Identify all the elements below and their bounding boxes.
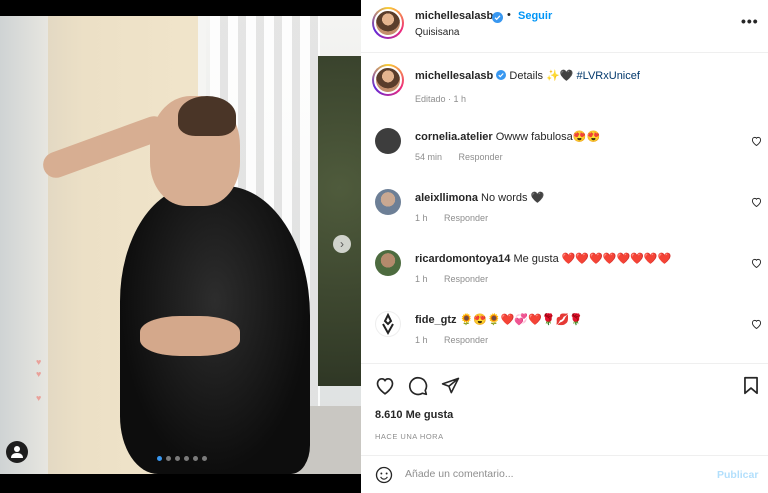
verified-badge-icon <box>492 10 503 28</box>
heart-icon[interactable] <box>751 194 762 212</box>
reply-button[interactable]: Responder <box>459 152 503 162</box>
carousel-dot <box>202 456 207 461</box>
heart-icon[interactable] <box>751 316 762 334</box>
carousel-indicator <box>157 456 207 461</box>
header-separator: • <box>507 9 511 21</box>
photo-pillar <box>0 16 48 474</box>
comment-meta: 1 h Responder <box>415 274 488 284</box>
photo-plant <box>318 56 361 386</box>
comment-username[interactable]: cornelia.atelier <box>415 131 493 143</box>
user-tag-icon[interactable] <box>6 441 28 463</box>
header-username[interactable]: michellesalasb <box>415 10 493 22</box>
carousel-dot <box>184 456 189 461</box>
comment-body: Me gusta ❤️❤️❤️❤️❤️❤️❤️❤️ <box>513 253 672 265</box>
comment-item: cornelia.atelier Owww fabulosa😍😍 54 min … <box>361 124 768 180</box>
comment-text: cornelia.atelier Owww fabulosa😍😍 <box>415 130 600 143</box>
chevron-right-icon[interactable]: › <box>333 235 351 253</box>
carousel-dot <box>166 456 171 461</box>
post-actions: 8.610 Me gusta HACE UNA HORA <box>361 363 768 455</box>
avatar[interactable] <box>375 189 401 215</box>
post-side-panel: michellesalasb • Seguir Quisisana ••• mi… <box>361 0 768 493</box>
comment-time: 1 h <box>415 335 428 345</box>
reply-button[interactable]: Responder <box>444 335 488 345</box>
photo-figure-waist <box>140 316 240 356</box>
comment-time: 54 min <box>415 152 443 162</box>
caption-meta: Editado · 1 h <box>415 94 467 104</box>
comment-username[interactable]: ricardomontoya14 <box>415 253 510 265</box>
reply-button[interactable]: Responder <box>444 213 488 223</box>
avatar[interactable] <box>372 7 404 39</box>
reply-button[interactable]: Responder <box>444 274 488 284</box>
comment-username[interactable]: aleixllimona <box>415 192 478 204</box>
caption-hashtag-link[interactable]: #LVRxUnicef <box>577 70 640 82</box>
emoji-smiley-icon[interactable] <box>375 466 393 489</box>
photo-heart-decoration: ♥ ♥ ♥ <box>36 357 42 403</box>
post-caption: michellesalasb Details ✨🖤 #LVRxUnicef Ed… <box>361 62 768 112</box>
avatar[interactable] <box>375 250 401 276</box>
comment-text: fide_gtz 🌻😍🌻❤️💞❤️🌹💋🌹 <box>415 313 583 326</box>
comment-text: aleixllimona No words 🖤 <box>415 191 544 204</box>
location-link[interactable]: Quisisana <box>415 27 459 38</box>
follow-button[interactable]: Seguir <box>518 10 552 22</box>
heart-icon[interactable] <box>751 133 762 151</box>
post-comment-button[interactable]: Publicar <box>717 469 758 481</box>
caption-text: michellesalasb Details ✨🖤 #LVRxUnicef <box>415 69 640 82</box>
post-timestamp: HACE UNA HORA <box>375 432 444 441</box>
like-count[interactable]: 8.610 Me gusta <box>375 409 453 421</box>
bookmark-icon[interactable] <box>743 376 759 400</box>
avatar[interactable] <box>375 311 401 337</box>
comment-username[interactable]: fide_gtz <box>415 314 457 326</box>
comment-time: 1 h <box>415 274 428 284</box>
avatar[interactable] <box>372 64 404 96</box>
comment-text: ricardomontoya14 Me gusta ❤️❤️❤️❤️❤️❤️❤️… <box>415 252 671 265</box>
comment-body: 🌻😍🌻❤️💞❤️🌹💋🌹 <box>459 314 583 326</box>
comment-time: 1 h <box>415 213 428 223</box>
more-options-icon[interactable]: ••• <box>741 13 759 29</box>
photo-figure-hair <box>178 96 236 136</box>
comment-item: aleixllimona No words 🖤 1 h Responder <box>361 185 768 241</box>
share-send-icon[interactable] <box>441 376 460 400</box>
carousel-dot <box>157 456 162 461</box>
comment-meta: 1 h Responder <box>415 213 488 223</box>
caption-username[interactable]: michellesalasb <box>415 70 493 82</box>
comment-body: Owww fabulosa😍😍 <box>495 131 601 143</box>
comment-body: No words 🖤 <box>481 192 545 204</box>
like-heart-icon[interactable] <box>375 376 395 400</box>
comment-meta: 54 min Responder <box>415 152 503 162</box>
comment-input[interactable] <box>405 463 705 485</box>
caption-body: Details ✨🖤 <box>509 70 574 82</box>
post-header: michellesalasb • Seguir Quisisana ••• <box>361 0 768 53</box>
post-media-pane: ♥ ♥ ♥ › <box>0 0 361 493</box>
heart-icon[interactable] <box>751 255 762 273</box>
post-photo[interactable]: ♥ ♥ ♥ <box>0 16 361 474</box>
avatar[interactable] <box>375 128 401 154</box>
carousel-dot <box>193 456 198 461</box>
comment-bubble-icon[interactable] <box>408 376 428 401</box>
verified-badge-icon <box>496 70 507 82</box>
carousel-dot <box>175 456 180 461</box>
comment-item: fide_gtz 🌻😍🌻❤️💞❤️🌹💋🌹 1 h Responder <box>361 307 768 363</box>
comment-item: ricardomontoya14 Me gusta ❤️❤️❤️❤️❤️❤️❤️… <box>361 246 768 302</box>
comment-meta: 1 h Responder <box>415 335 488 345</box>
add-comment-bar: Publicar <box>361 455 768 493</box>
